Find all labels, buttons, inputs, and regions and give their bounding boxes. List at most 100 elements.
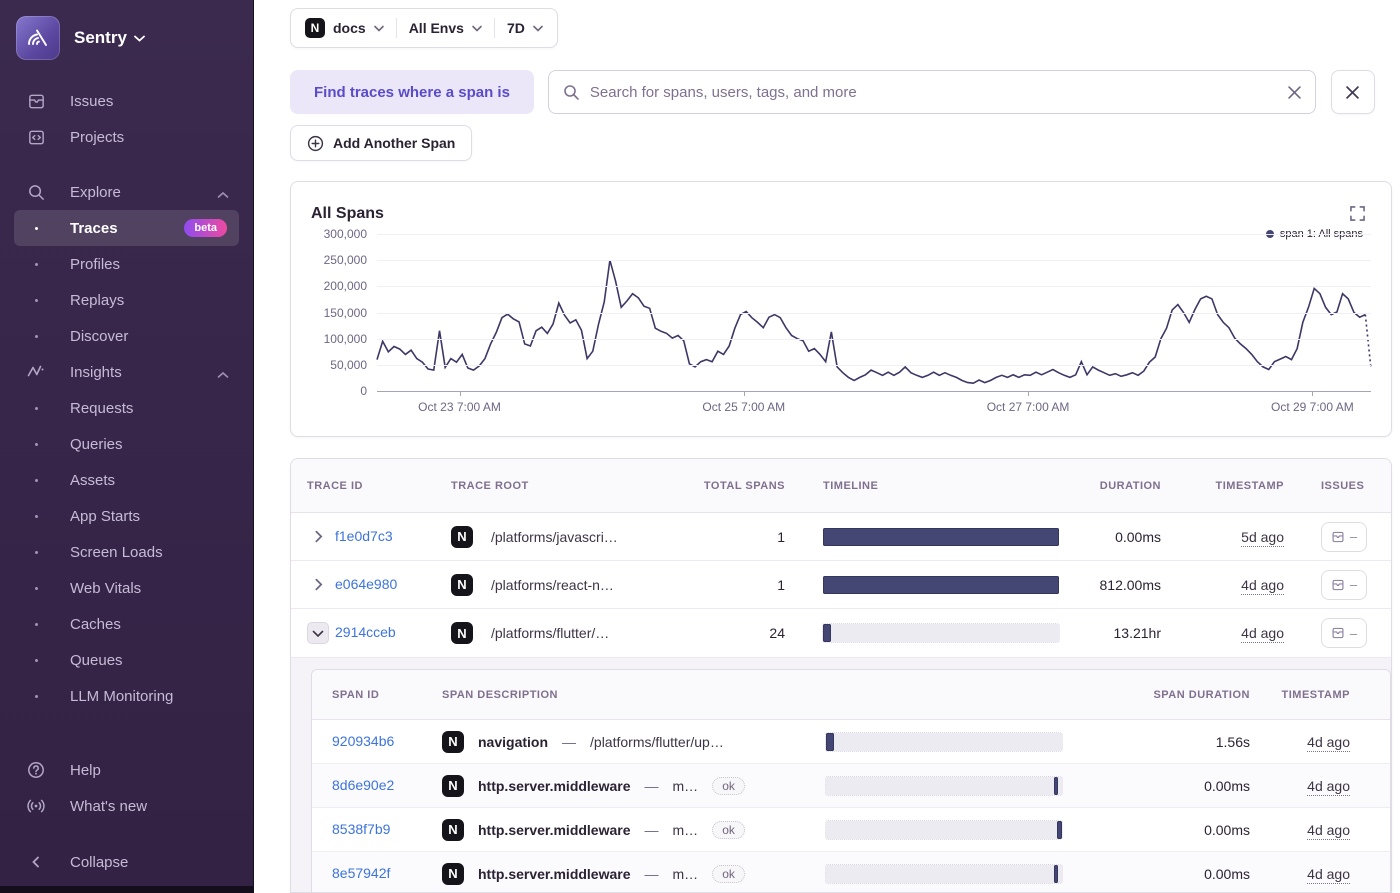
status-badge: ok: [712, 776, 745, 795]
span-search-input[interactable]: [589, 83, 1278, 101]
nextjs-project-icon: N: [442, 818, 464, 841]
y-axis-label: 250,000: [323, 253, 367, 268]
sidebar-item-projects[interactable]: Projects: [0, 119, 253, 155]
all-spans-chart-panel: All Spans span 1: All spans 300,000 250,0…: [290, 181, 1392, 437]
chevron-down-icon: [533, 25, 543, 32]
sidebar-item-assets[interactable]: Assets: [0, 462, 253, 498]
issues-button[interactable]: –: [1321, 521, 1367, 552]
issues-icon: [26, 91, 46, 111]
x-axis-tick: [1312, 391, 1314, 396]
close-icon: [1346, 85, 1360, 99]
timeline-bar: [826, 732, 835, 751]
chevron-left-icon: [26, 852, 46, 872]
sidebar-item-screen-loads[interactable]: Screen Loads: [0, 534, 253, 570]
timeline-bar: [1057, 820, 1062, 839]
issues-button[interactable]: –: [1321, 569, 1367, 600]
sidebar-item-label: What's new: [70, 797, 148, 815]
span-id-link[interactable]: 8d6e90e2: [332, 777, 394, 793]
bullet-icon: [26, 622, 46, 626]
environment-selector[interactable]: All Envs: [409, 20, 482, 36]
sidebar-item-whats-new[interactable]: What's new: [0, 788, 253, 824]
date-range-selector[interactable]: 7D: [507, 20, 543, 36]
sidebar-item-caches[interactable]: Caches: [0, 606, 253, 642]
bullet-icon: [26, 658, 46, 662]
sidebar-item-profiles[interactable]: Profiles: [0, 246, 253, 282]
org-switcher[interactable]: Sentry: [0, 0, 253, 60]
app-root: Sentry Issues Projects Explore Traces be…: [0, 0, 1400, 893]
sidebar-item-label: Traces: [70, 219, 118, 237]
sidebar-item-traces[interactable]: Traces beta: [14, 210, 239, 246]
fullscreen-icon[interactable]: [1350, 206, 1365, 226]
trace-id-link[interactable]: e064e980: [335, 576, 397, 592]
timeline-bar: [1053, 864, 1059, 883]
chart-plot-area[interactable]: Oct 23 7:00 AM Oct 25 7:00 AM Oct 27 7:00 …: [377, 234, 1371, 414]
org-name[interactable]: Sentry: [74, 28, 145, 48]
chevron-down-icon: [134, 35, 145, 42]
sidebar-group-insights[interactable]: Insights: [0, 354, 253, 390]
timeline-track: [825, 863, 1063, 884]
bullet-icon: [26, 226, 46, 230]
span-op: http.server.middleware: [478, 821, 631, 838]
sidebar-item-requests[interactable]: Requests: [0, 390, 253, 426]
bullet-icon: [26, 586, 46, 590]
sidebar-item-llm-monitoring[interactable]: LLM Monitoring: [0, 678, 253, 714]
timeline-track: [825, 731, 1063, 752]
sidebar-item-issues[interactable]: Issues: [0, 83, 253, 119]
sidebar-item-web-vitals[interactable]: Web Vitals: [0, 570, 253, 606]
sidebar-group-explore[interactable]: Explore: [0, 174, 253, 210]
clear-search-icon[interactable]: [1288, 85, 1301, 99]
nextjs-project-icon: N: [442, 774, 464, 797]
sidebar-group-label: Explore: [70, 183, 121, 201]
sidebar-item-queries[interactable]: Queries: [0, 426, 253, 462]
span-row[interactable]: 8e57942f N http.server.middleware — m… o…: [312, 852, 1390, 892]
span-id-link[interactable]: 920934b6: [332, 733, 394, 749]
timeline-bar: [1053, 776, 1059, 795]
chevron-up-icon[interactable]: [217, 366, 229, 383]
trace-row[interactable]: f1e0d7c3 N/platforms/javascri… 1 0.00ms …: [291, 513, 1391, 561]
sidebar-item-label: Screen Loads: [70, 543, 163, 561]
span-table: Span ID Span Description Span Duration T…: [311, 669, 1391, 892]
col-span-id: Span ID: [332, 688, 380, 701]
remove-span-filter-button[interactable]: [1330, 70, 1375, 114]
sidebar-item-label: Queries: [70, 435, 123, 453]
sidebar-item-replays[interactable]: Replays: [0, 282, 253, 318]
span-row[interactable]: 920934b6 N navigation — /platforms/flutt…: [312, 720, 1390, 764]
span-row[interactable]: 8538f7b9 N http.server.middleware — m… o…: [312, 808, 1390, 852]
span-id-link[interactable]: 8538f7b9: [332, 821, 390, 837]
sentry-logo-icon[interactable]: [16, 16, 60, 60]
dash-separator: —: [644, 777, 659, 794]
divider: [395, 18, 397, 38]
span-id-link[interactable]: 8e57942f: [332, 865, 390, 881]
sidebar-item-discover[interactable]: Discover: [0, 318, 253, 354]
gridline: [377, 286, 1371, 288]
span-duration-value: 1.56s: [1215, 733, 1250, 750]
expand-chevron-right-icon[interactable]: [307, 526, 329, 548]
trace-row-expanded[interactable]: 2914cceb N/platforms/flutter/… 24 13.21h…: [291, 609, 1391, 658]
y-axis-label: 200,000: [323, 279, 367, 294]
trace-row[interactable]: e064e980 N/platforms/react-n… 1 812.00ms…: [291, 561, 1391, 609]
expanded-trace-section: Span ID Span Description Span Duration T…: [291, 658, 1391, 892]
add-another-span-button[interactable]: Add Another Span: [290, 125, 473, 161]
span-duration-value: 0.00ms: [1204, 777, 1250, 794]
beta-badge: beta: [184, 219, 227, 237]
search-icon: [26, 182, 46, 202]
sidebar-item-label: Assets: [70, 471, 116, 489]
span-row[interactable]: 8d6e90e2 N http.server.middleware — m… o…: [312, 764, 1390, 808]
sidebar-item-help[interactable]: Help: [0, 752, 253, 788]
trace-id-link[interactable]: 2914cceb: [335, 624, 396, 640]
issues-icon: [1332, 531, 1344, 542]
sidebar-item-queues[interactable]: Queues: [0, 642, 253, 678]
collapse-button[interactable]: Collapse: [0, 844, 253, 880]
issues-button[interactable]: –: [1321, 618, 1367, 648]
collapse-chevron-down-icon[interactable]: [307, 622, 329, 644]
trace-id-link[interactable]: f1e0d7c3: [335, 528, 393, 544]
col-timestamp: Timestamp: [1215, 479, 1284, 492]
sidebar-item-label: Queues: [70, 651, 123, 669]
chevron-down-icon: [472, 25, 482, 32]
project-selector[interactable]: N docs: [305, 18, 384, 38]
broadcast-icon: [26, 796, 46, 816]
x-axis-label: Oct 27 7:00 AM: [986, 400, 1070, 414]
chevron-up-icon[interactable]: [217, 186, 229, 203]
expand-chevron-right-icon[interactable]: [307, 574, 329, 596]
sidebar-item-app-starts[interactable]: App Starts: [0, 498, 253, 534]
